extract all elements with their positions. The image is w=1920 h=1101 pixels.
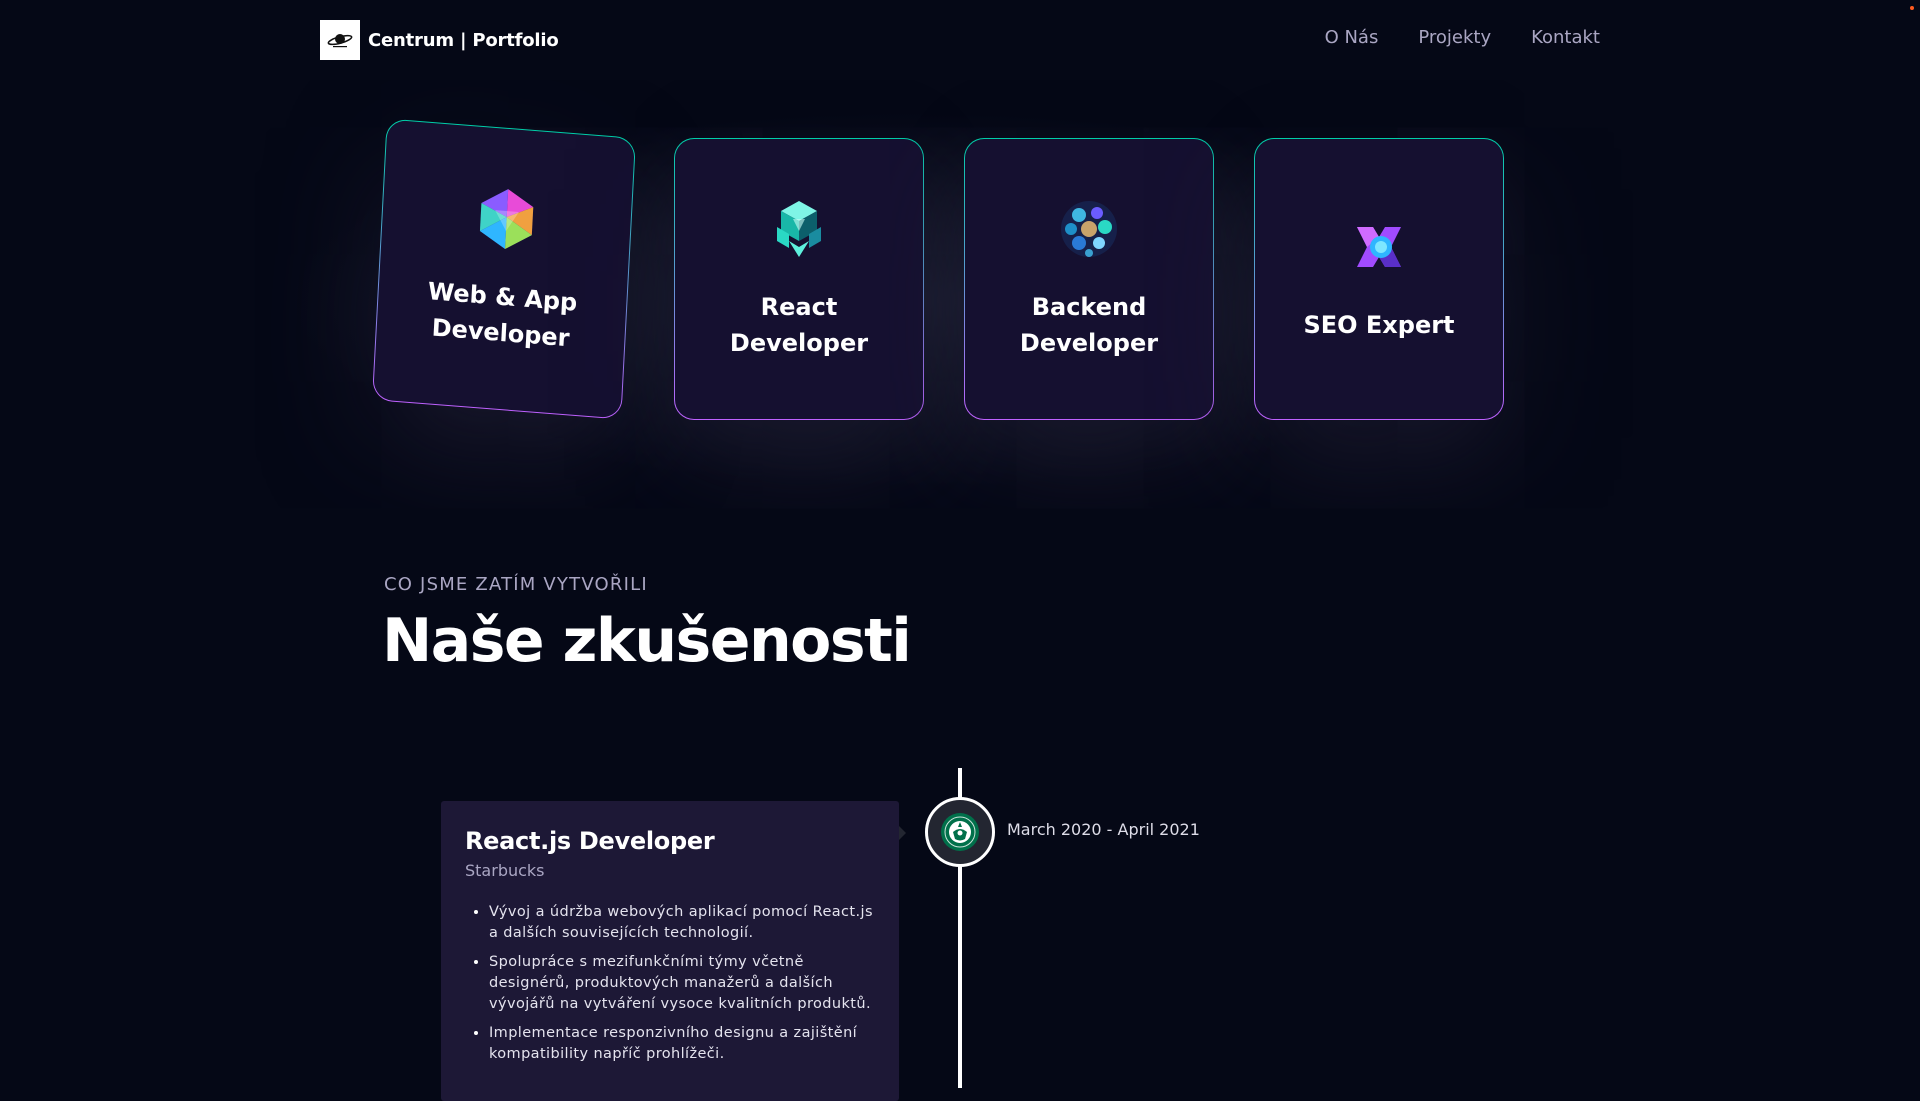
sphere-icon <box>1061 201 1117 257</box>
status-dot <box>1910 6 1914 10</box>
service-card-web-app[interactable]: Web & App Developer <box>371 118 637 420</box>
starbucks-logo-icon <box>941 813 979 851</box>
experience-point: Vývoj a údržba webových aplikací pomocí … <box>489 902 875 944</box>
service-card-body: Backend Developer <box>965 139 1213 419</box>
service-card-body: Web & App Developer <box>373 119 635 419</box>
brand-link[interactable]: Centrum | Portfolio <box>320 20 559 60</box>
timeline-node <box>925 797 995 867</box>
service-card-react[interactable]: React Developer <box>674 138 924 420</box>
experience-point: Spolupráce s mezifunkčními týmy včetně d… <box>489 952 875 1015</box>
section-title: Naše zkušenosti <box>382 606 912 676</box>
timeline-date: March 2020 - April 2021 <box>1007 820 1200 839</box>
experience-card: React.js Developer Starbucks Vývoj a údr… <box>441 801 906 1101</box>
service-card-title: SEO Expert <box>1303 311 1455 339</box>
experience-title: React.js Developer <box>465 827 715 855</box>
service-card-title: Web & App Developer <box>427 277 578 353</box>
experience-company: Starbucks <box>465 861 545 880</box>
experience-points: Vývoj a údržba webových aplikací pomocí … <box>465 902 875 1065</box>
navbar: Centrum | Portfolio O Nás Projekty Konta… <box>0 0 1920 80</box>
brand-name: Centrum | Portfolio <box>368 29 559 51</box>
service-card-body: SEO Expert <box>1255 139 1503 419</box>
planet-logo-icon <box>320 20 360 60</box>
service-card-backend[interactable]: Backend Developer <box>964 138 1214 420</box>
react-cube-icon <box>777 201 821 257</box>
nav-link-projekty[interactable]: Projekty <box>1418 27 1491 48</box>
experience-point: Implementace responzivního designu a zaj… <box>489 1023 875 1065</box>
service-card-title: React Developer <box>729 293 869 357</box>
service-card-seo[interactable]: SEO Expert <box>1254 138 1504 420</box>
service-card-body: React Developer <box>675 139 923 419</box>
seo-shape-icon <box>1357 227 1401 267</box>
section-subtitle: Co jsme zatím vytvořili <box>384 574 648 595</box>
nav-links: O Nás Projekty Kontakt <box>1325 27 1600 48</box>
nav-link-o-nas[interactable]: O Nás <box>1325 27 1379 48</box>
experience-card-arrow <box>899 826 906 840</box>
nav-link-kontakt[interactable]: Kontakt <box>1531 27 1600 48</box>
service-card-title: Backend Developer <box>1019 293 1159 357</box>
gem-icon <box>479 189 534 250</box>
